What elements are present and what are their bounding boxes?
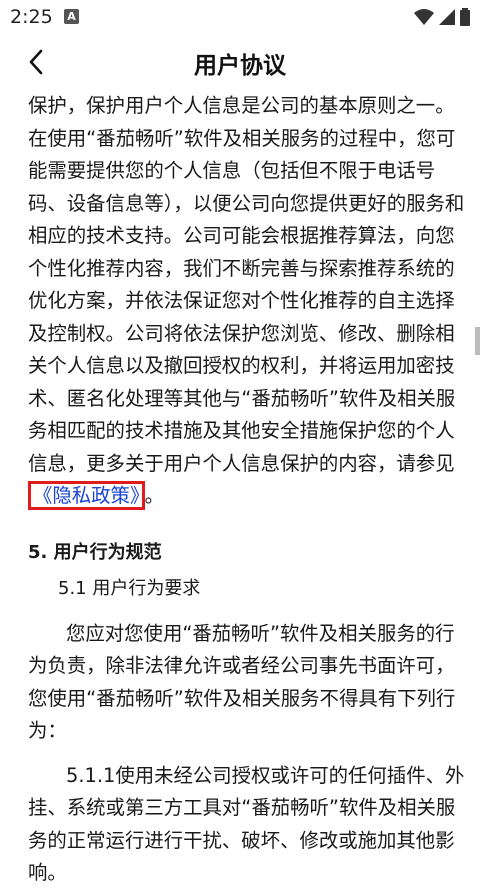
section-heading: 5. 用户行为规范 <box>28 537 466 570</box>
agreement-content: 保护，保护用户个人信息是公司的基本原则之一。在使用“番茄畅听”软件及相关服务的过… <box>28 90 466 890</box>
page-title: 用户协议 <box>194 53 286 79</box>
status-bar: 2:25 A <box>0 0 480 34</box>
battery-icon <box>460 8 470 26</box>
intro-paragraph: 保护，保护用户个人信息是公司的基本原则之一。在使用“番茄畅听”软件及相关服务的过… <box>28 90 466 513</box>
wifi-icon <box>414 9 434 25</box>
header: 用户协议 <box>0 34 480 90</box>
paragraph-1: 您应对您使用“番茄畅听”软件及相关服务的行为负责，除非法律允许或者经公司事先书面… <box>28 621 456 743</box>
scrollbar[interactable] <box>475 327 480 355</box>
signal-icon <box>439 9 455 25</box>
section-number: 5. <box>28 541 48 563</box>
privacy-policy-link[interactable]: 《隐私政策》 <box>28 481 145 510</box>
intro-text: 保护，保护用户个人信息是公司的基本原则之一。在使用“番茄畅听”软件及相关服务的过… <box>28 94 465 475</box>
status-time: 2:25 <box>10 6 53 28</box>
subsection-heading: 5.1 用户行为要求 <box>58 578 201 599</box>
intro-end: 。 <box>144 484 165 507</box>
section-title: 用户行为规范 <box>53 541 162 563</box>
notification-icon: A <box>64 9 79 24</box>
status-icons <box>414 8 470 26</box>
paragraph-2: 5.1.1使用未经公司授权或许可的任何插件、外挂、系统或第三方工具对“番茄畅听”… <box>28 763 465 885</box>
